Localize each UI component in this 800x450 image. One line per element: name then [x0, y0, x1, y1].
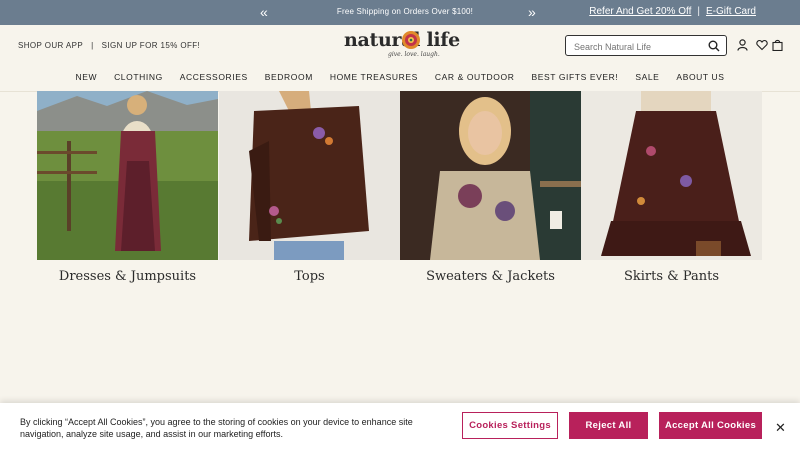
category-image: [581, 91, 762, 260]
nav-best-gifts[interactable]: BEST GIFTS EVER!: [531, 72, 618, 82]
category-label: Dresses & Jumpsuits: [58, 269, 197, 284]
category-dresses-jumpsuits[interactable]: Dresses & Jumpsuits: [37, 91, 218, 284]
nav-sale[interactable]: SALE: [635, 72, 659, 82]
shop-app-link[interactable]: SHOP OUR APP: [18, 41, 83, 50]
logo-tagline: give. love. laugh.: [388, 51, 440, 58]
link-divider: |: [697, 6, 700, 17]
divider: |: [91, 41, 94, 50]
nav-car-outdoor[interactable]: CAR & OUTDOOR: [435, 72, 515, 82]
category-label: Sweaters & Jackets: [426, 269, 555, 284]
gift-card-link[interactable]: E-Gift Card: [706, 6, 756, 17]
nav-accessories[interactable]: ACCESSORIES: [180, 72, 248, 82]
refer-link[interactable]: Refer And Get 20% Off: [589, 6, 691, 17]
nav-new[interactable]: NEW: [75, 72, 97, 82]
category-tops[interactable]: Tops: [219, 91, 400, 284]
cart-icon[interactable]: [772, 39, 783, 51]
search-box[interactable]: [565, 35, 727, 56]
promo-links: Refer And Get 20% Off | E-Gift Card: [589, 6, 756, 17]
heart-icon[interactable]: [756, 39, 768, 51]
category-skirts-pants[interactable]: Skirts & Pants: [581, 91, 762, 284]
category-sweaters-jackets[interactable]: Sweaters & Jackets: [400, 91, 581, 284]
signup-link[interactable]: SIGN UP FOR 15% OFF!: [102, 41, 201, 50]
close-icon[interactable]: ✕: [775, 420, 786, 436]
category-label: Skirts & Pants: [623, 269, 720, 284]
category-image: [219, 91, 400, 260]
account-icon[interactable]: [737, 39, 748, 51]
nav-clothing[interactable]: CLOTHING: [114, 72, 163, 82]
chevron-double-left-icon[interactable]: «: [260, 4, 268, 20]
promo-message: Free Shipping on Orders Over $100!: [336, 7, 474, 16]
category-image: [400, 91, 581, 260]
reject-all-button[interactable]: Reject All: [569, 412, 648, 439]
promo-bar: « Free Shipping on Orders Over $100! » R…: [0, 0, 800, 25]
cookies-settings-button[interactable]: Cookies Settings: [462, 412, 558, 439]
nav-home-treasures[interactable]: HOME TREASURES: [330, 72, 418, 82]
logo[interactable]: natural life give. love. laugh.: [344, 29, 460, 63]
nav-bedroom[interactable]: BEDROOM: [265, 72, 313, 82]
chevron-double-right-icon[interactable]: »: [528, 4, 536, 20]
accept-all-button[interactable]: Accept All Cookies: [659, 412, 762, 439]
search-icon[interactable]: [708, 40, 720, 52]
site-header: SHOP OUR APP | SIGN UP FOR 15% OFF! natu…: [0, 25, 800, 92]
category-label: Tops: [294, 269, 325, 284]
cookie-message: By clicking “Accept All Cookies”, you ag…: [20, 417, 413, 439]
category-image: [37, 91, 218, 260]
search-input[interactable]: [572, 38, 706, 55]
logo-flower-icon: [402, 31, 420, 49]
cookie-banner: By clicking “Accept All Cookies”, you ag…: [0, 403, 800, 450]
header-left-links: SHOP OUR APP | SIGN UP FOR 15% OFF!: [18, 41, 200, 50]
nav-about-us[interactable]: ABOUT US: [676, 72, 724, 82]
main-nav: NEW CLOTHING ACCESSORIES BEDROOM HOME TR…: [0, 72, 800, 82]
